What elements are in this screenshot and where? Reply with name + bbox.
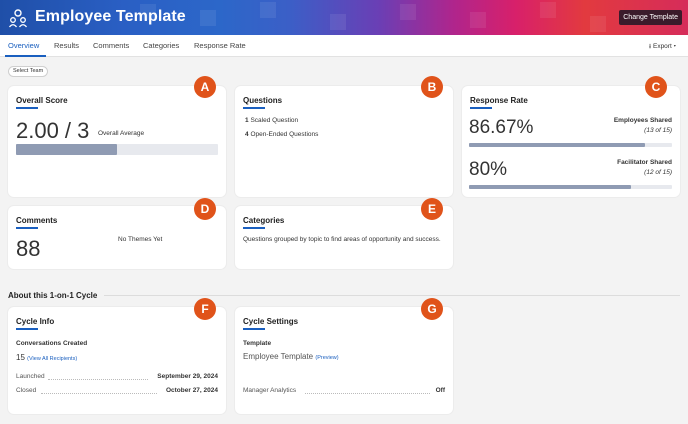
categories-description: Questions grouped by topic to find areas… (243, 236, 441, 243)
tab-categories[interactable]: Categories (143, 41, 179, 50)
tab-overview[interactable]: Overview (8, 41, 39, 50)
leader-dots (41, 393, 157, 394)
manager-analytics-label: Manager Analytics (243, 387, 297, 394)
badge-c: C (645, 76, 667, 98)
score-bar (16, 144, 218, 155)
comments-card[interactable]: Comments 88 No Themes Yet (8, 206, 226, 269)
employees-shared-detail: (13 of 15) (644, 127, 672, 134)
facilitator-shared-bar (469, 185, 672, 189)
title-underline (16, 107, 38, 109)
score-bar-fill (16, 144, 117, 155)
no-themes-text: No Themes Yet (118, 236, 163, 243)
launched-value: September 29, 2024 (157, 373, 218, 380)
download-icon: ⭳ (648, 43, 652, 50)
closed-value: October 27, 2024 (165, 387, 218, 394)
manager-analytics-value: Off (435, 387, 445, 394)
template-value: Employee Template (243, 352, 314, 361)
overall-average-label: Overall Average (98, 130, 145, 137)
tab-bar: Overview Results Comments Categories Res… (0, 35, 688, 57)
title-underline (243, 328, 265, 330)
card-title: Comments (16, 216, 58, 225)
tab-comments[interactable]: Comments (93, 41, 129, 50)
employees-shared-bar (469, 143, 672, 147)
badge-f: F (194, 298, 216, 320)
active-tab-indicator (5, 55, 46, 57)
response-rate-card: Response Rate 86.67% Employees Shared (1… (462, 86, 680, 197)
card-title: Overall Score (16, 96, 68, 105)
scaled-label: Scaled Question (250, 117, 299, 124)
open-label: Open-Ended Questions (250, 131, 319, 138)
open-question-row: 4 Open-Ended Questions (245, 131, 318, 138)
categories-card[interactable]: Categories Questions grouped by topic to… (235, 206, 453, 269)
facilitator-shared-label: Facilitator Shared (617, 159, 672, 166)
badge-g: G (421, 298, 443, 320)
scaled-question-row: 1 Scaled Question (245, 117, 298, 124)
open-count: 4 (245, 131, 249, 138)
header-banner: Employee Template Change Template (0, 0, 688, 35)
card-title: Response Rate (470, 96, 528, 105)
card-title: Cycle Info (16, 317, 55, 326)
people-icon (8, 9, 28, 28)
title-underline (243, 107, 265, 109)
title-underline (16, 227, 38, 229)
scaled-count: 1 (245, 117, 249, 124)
export-label: Export (652, 43, 672, 50)
facilitator-shared-detail: (12 of 15) (644, 169, 672, 176)
cycle-info-card: Cycle Info Conversations Created 15 (Vie… (8, 307, 226, 414)
tab-response-rate[interactable]: Response Rate (194, 41, 246, 50)
facilitator-shared-bar-fill (469, 185, 632, 189)
template-label: Template (243, 340, 272, 347)
leader-dots (48, 379, 148, 380)
cycle-settings-card: Cycle Settings Template Employee Templat… (235, 307, 453, 414)
employees-shared-bar-fill (469, 143, 645, 147)
section-divider (104, 295, 680, 296)
comments-count: 88 (16, 236, 41, 261)
title-underline (16, 328, 38, 330)
tab-results[interactable]: Results (54, 41, 79, 50)
page-title: Employee Template (35, 8, 186, 25)
card-title: Categories (243, 216, 285, 225)
closed-label: Closed (16, 387, 37, 394)
view-all-recipients-link[interactable]: (View All Recipients) (27, 356, 77, 362)
title-underline (243, 227, 265, 229)
chevron-down-icon: ▾ (673, 43, 676, 50)
title-underline (470, 107, 492, 109)
employees-shared-label: Employees Shared (613, 117, 672, 124)
badge-b: B (421, 76, 443, 98)
leader-dots (305, 393, 430, 394)
section-title: About this 1-on-1 Cycle (8, 291, 98, 300)
launched-label: Launched (16, 373, 45, 380)
preview-link[interactable]: (Preview) (315, 355, 338, 361)
employees-shared-value: 86.67% (469, 117, 534, 138)
export-button[interactable]: ⭳ Export ▾ (649, 42, 676, 53)
conversations-count-row: 15 (View All Recipients) (16, 353, 77, 362)
template-row: Employee Template (Preview) (243, 352, 339, 361)
overall-score-value: 2.00 / 3 (16, 118, 90, 143)
badge-a: A (194, 76, 216, 98)
badge-e: E (421, 198, 443, 220)
change-template-button[interactable]: Change Template (619, 10, 682, 25)
conversations-created-label: Conversations Created (16, 340, 88, 347)
badge-d: D (194, 198, 216, 220)
overall-score-card: Overall Score 2.00 / 3 Overall Average (8, 86, 226, 197)
questions-card: Questions 1 Scaled Question 4 Open-Ended… (235, 86, 453, 197)
select-team-button[interactable]: Select Team (8, 66, 49, 77)
card-title: Cycle Settings (243, 317, 299, 326)
facilitator-shared-value: 80% (469, 159, 508, 180)
card-title: Questions (243, 96, 283, 105)
conversations-count: 15 (16, 353, 25, 362)
